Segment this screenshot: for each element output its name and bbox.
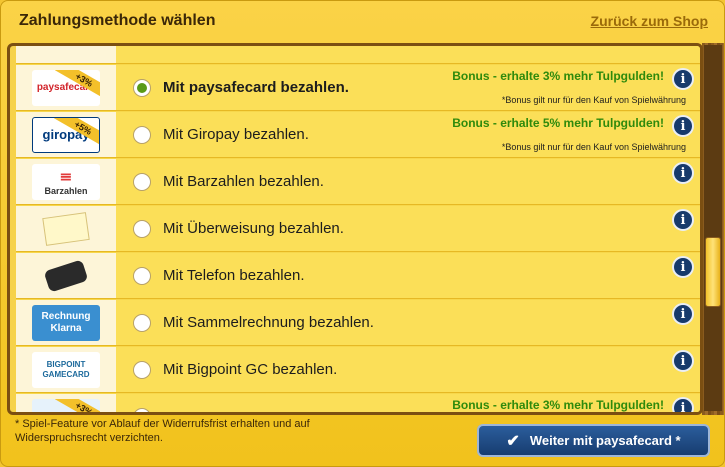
info-icon[interactable]: i — [672, 256, 694, 278]
paysafecard-logo-cell: paysafecard +3% — [16, 65, 116, 110]
method-row-ueberweisung[interactable]: Mit Überweisung bezahlen. i — [16, 206, 700, 252]
telefon-logo-cell — [16, 253, 116, 298]
radio-paysafecard[interactable] — [133, 79, 151, 97]
partial-logo: +3% — [32, 398, 100, 412]
bonus-note: *Bonus gilt nur für den Kauf von Spielwä… — [501, 142, 686, 152]
barzahlen-logo-text: Barzahlen — [44, 186, 88, 196]
bonus-text: Bonus - erhalte 3% mehr Tulpgulden! — [452, 398, 664, 412]
barzahlen-logo: ≡ Barzahlen — [32, 163, 100, 200]
checkmark-icon: ✔ — [506, 432, 520, 450]
ueberweisung-logo-cell — [16, 206, 116, 251]
scrollbar-track[interactable] — [704, 45, 722, 411]
paysafecard-logo: paysafecard +3% — [32, 69, 100, 106]
info-icon[interactable]: i — [672, 68, 694, 90]
payment-dialog: Zahlungsmethode wählen Zurück zum Shop p… — [0, 0, 725, 467]
footer-note: * Spiel-Feature vor Ablauf der Widerrufs… — [15, 418, 310, 444]
bonus-text: Bonus - erhalte 3% mehr Tulpgulden! — [452, 69, 664, 83]
giropay-logo-cell: giropay +5% — [16, 112, 116, 157]
method-row-bigpoint[interactable]: BIGPOINT GAMECARD Mit Bigpoint GC bezahl… — [16, 347, 700, 393]
info-icon[interactable]: i — [672, 303, 694, 325]
bonus-ribbon: +3% — [55, 398, 100, 412]
radio-bigpoint[interactable] — [133, 361, 151, 379]
radio-giropay[interactable] — [133, 126, 151, 144]
radio-ueberweisung[interactable] — [133, 220, 151, 238]
method-row-paysafecard[interactable]: paysafecard +3% Mit paysafecard bezahlen… — [16, 65, 700, 111]
method-label: Mit Überweisung bezahlen. — [163, 220, 344, 237]
bigpoint-logo-text: BIGPOINT GAMECARD — [42, 359, 90, 379]
telephone-icon — [32, 258, 100, 294]
bonus-note: *Bonus gilt nur für den Kauf von Spielwä… — [501, 95, 686, 105]
dialog-header: Zahlungsmethode wählen Zurück zum Shop — [1, 1, 725, 41]
klarna-logo: Rechnung Klarna — [32, 304, 100, 341]
info-icon[interactable]: i — [672, 162, 694, 184]
method-row-barzahlen[interactable]: ≡ Barzahlen Mit Barzahlen bezahlen. i — [16, 159, 700, 205]
method-label: Mit Bigpoint GC bezahlen. — [163, 361, 338, 378]
method-row-sammelrechnung[interactable]: Rechnung Klarna Mit Sammelrechnung bezah… — [16, 300, 700, 346]
bigpoint-logo: BIGPOINT GAMECARD — [32, 351, 100, 388]
payment-method-list[interactable]: paysafecard +3% Mit paysafecard bezahlen… — [7, 43, 703, 415]
info-icon[interactable]: i — [672, 115, 694, 137]
back-to-shop-link[interactable]: Zurück zum Shop — [591, 13, 708, 29]
method-label: Mit Barzahlen bezahlen. — [163, 173, 324, 190]
list-item-partial-top — [16, 46, 700, 64]
barzahlen-logo-cell: ≡ Barzahlen — [16, 159, 116, 204]
giropay-logo: giropay +5% — [32, 116, 100, 153]
method-row-giropay[interactable]: giropay +5% Mit Giropay bezahlen. Bonus … — [16, 112, 700, 158]
method-label: Mit Sammelrechnung bezahlen. — [163, 314, 374, 331]
klarna-logo-text: Rechnung Klarna — [41, 310, 91, 334]
method-label: Mit Telefon bezahlen. — [163, 267, 305, 284]
method-label: Mit paysafecard bezahlen. — [163, 79, 349, 96]
sammelrechnung-logo-cell: Rechnung Klarna — [16, 300, 116, 345]
info-icon[interactable]: i — [672, 397, 694, 412]
info-icon[interactable]: i — [672, 350, 694, 372]
continue-button[interactable]: ✔ Weiter mit paysafecard * — [477, 424, 710, 457]
page-title: Zahlungsmethode wählen — [19, 12, 216, 29]
continue-button-label: Weiter mit paysafecard * — [529, 433, 681, 448]
radio-telefon[interactable] — [133, 267, 151, 285]
radio-partial[interactable] — [133, 408, 151, 412]
info-icon[interactable]: i — [672, 209, 694, 231]
method-row-telefon[interactable]: Mit Telefon bezahlen. i — [16, 253, 700, 299]
payment-method-list-inner: paysafecard +3% Mit paysafecard bezahlen… — [16, 46, 700, 412]
bigpoint-logo-cell: BIGPOINT GAMECARD — [16, 347, 116, 392]
barzahlen-mark: ≡ — [59, 167, 73, 186]
bonus-text: Bonus - erhalte 5% mehr Tulpgulden! — [452, 116, 664, 130]
method-row-partial[interactable]: +3% Bonus - erhalte 3% mehr Tulpgulden! … — [16, 394, 700, 412]
method-label: Mit Giropay bezahlen. — [163, 126, 309, 143]
radio-barzahlen[interactable] — [133, 173, 151, 191]
scrollbar-thumb[interactable] — [705, 237, 721, 307]
radio-sammelrechnung[interactable] — [133, 314, 151, 332]
partial-logo-cell: +3% — [16, 394, 116, 412]
bank-transfer-form-icon — [32, 211, 100, 247]
